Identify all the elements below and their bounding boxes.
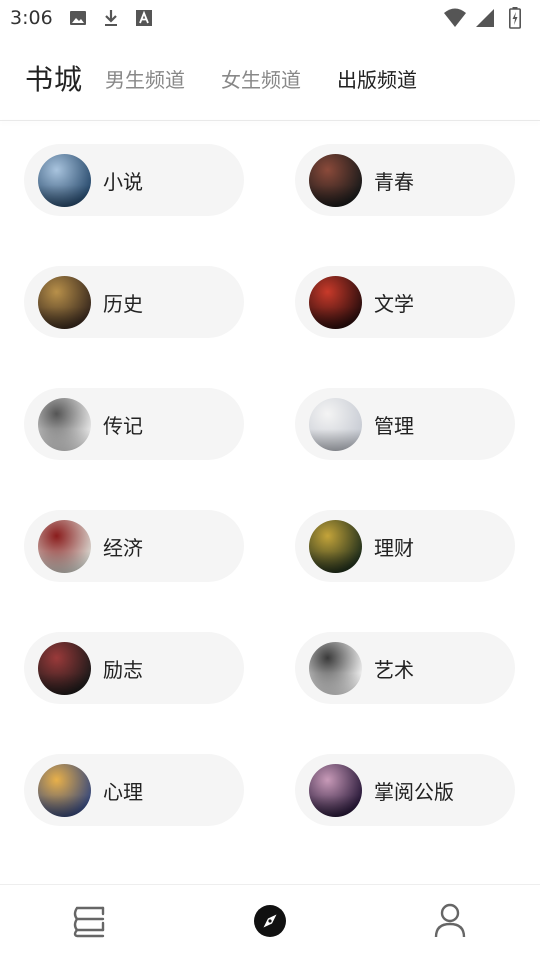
compass-icon: [253, 904, 287, 942]
category-cover-thumbnail: [309, 641, 362, 695]
category-cover-thumbnail: [309, 519, 362, 573]
bookshelf-icon: [72, 904, 108, 942]
category-cover-thumbnail: [309, 763, 362, 817]
category-label: 励志: [103, 657, 143, 682]
category-label: 文学: [374, 291, 414, 316]
category-cover-thumbnail: [38, 275, 91, 329]
category-item[interactable]: 传记: [24, 388, 244, 460]
wifi-icon: [444, 7, 466, 29]
tab-publishing-channel[interactable]: 出版频道: [337, 64, 417, 93]
category-item[interactable]: 小说: [24, 144, 244, 216]
battery-icon: [504, 7, 526, 29]
category-item[interactable]: 理财: [295, 510, 515, 582]
category-item[interactable]: 管理: [295, 388, 515, 460]
category-item[interactable]: 历史: [24, 266, 244, 338]
profile-icon: [433, 903, 467, 943]
category-cover-thumbnail: [38, 397, 91, 451]
tab-female-channel[interactable]: 女生频道: [221, 64, 301, 93]
category-label: 理财: [374, 535, 414, 560]
category-grid: 小说 青春历史 文学传记 管理经济 理财励志 艺术心理 掌阅公版: [0, 144, 540, 826]
category-item[interactable]: 心理: [24, 754, 244, 826]
nav-bookshelf-button[interactable]: [60, 893, 120, 953]
category-label: 青春: [374, 169, 414, 194]
category-label: 心理: [103, 779, 143, 804]
category-label: 管理: [374, 413, 414, 438]
signal-icon: [474, 7, 496, 29]
category-label: 掌阅公版: [374, 779, 454, 804]
page-title: 书城: [25, 63, 84, 96]
nav-discover-button[interactable]: [240, 893, 300, 953]
header-divider: [0, 120, 540, 121]
category-item[interactable]: 掌阅公版: [295, 754, 515, 826]
category-label: 艺术: [374, 657, 414, 682]
image-icon: [67, 7, 89, 29]
category-cover-thumbnail: [38, 153, 91, 207]
category-item[interactable]: 励志: [24, 632, 244, 704]
category-label: 经济: [103, 535, 143, 560]
download-icon: [100, 7, 122, 29]
category-cover-thumbnail: [309, 397, 362, 451]
category-cover-thumbnail: [309, 153, 362, 207]
category-item[interactable]: 经济: [24, 510, 244, 582]
category-cover-thumbnail: [38, 519, 91, 573]
status-time: 3:06: [10, 7, 53, 29]
category-label: 传记: [103, 413, 143, 438]
bottom-nav: [0, 885, 540, 960]
header: 书城 男生频道 女生频道 出版频道: [0, 36, 540, 120]
nav-profile-button[interactable]: [420, 893, 480, 953]
category-cover-thumbnail: [38, 763, 91, 817]
status-bar: 3:06: [0, 0, 540, 36]
category-cover-thumbnail: [309, 275, 362, 329]
tab-male-channel[interactable]: 男生频道: [105, 64, 185, 93]
category-item[interactable]: 艺术: [295, 632, 515, 704]
font-icon: [133, 7, 155, 29]
category-label: 历史: [103, 291, 143, 316]
category-cover-thumbnail: [38, 641, 91, 695]
category-label: 小说: [103, 169, 143, 194]
category-item[interactable]: 文学: [295, 266, 515, 338]
category-item[interactable]: 青春: [295, 144, 515, 216]
